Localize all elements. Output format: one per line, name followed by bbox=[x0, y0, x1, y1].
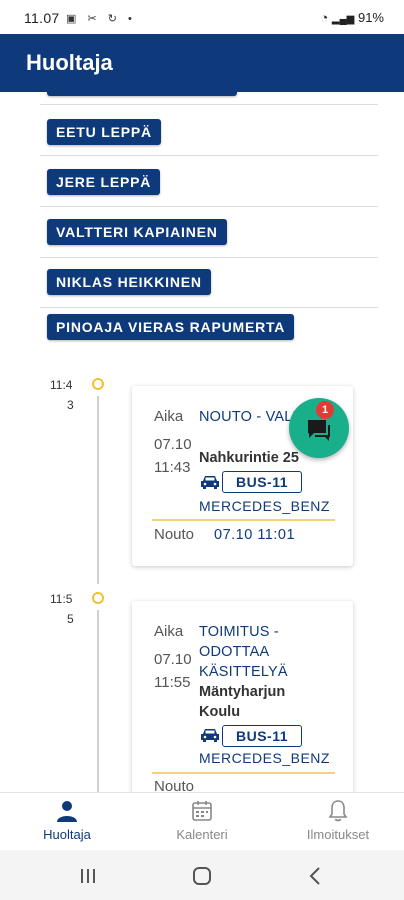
divider bbox=[40, 307, 378, 308]
person-icon bbox=[57, 801, 77, 822]
status-time: 11.07 bbox=[24, 10, 60, 26]
vehicle-name: MERCEDES_BENZ bbox=[199, 750, 330, 766]
status-right: ◔ ▂▄▆ 91% bbox=[320, 10, 384, 25]
divider bbox=[40, 104, 378, 105]
timeline-line bbox=[97, 610, 99, 792]
timeline-dot bbox=[92, 378, 104, 390]
footer-label: Nouto bbox=[154, 526, 195, 543]
calendar-icon bbox=[192, 801, 212, 821]
signal-icon: ▂▄▆ bbox=[331, 14, 355, 25]
app-bar: Huoltaja bbox=[0, 34, 404, 92]
chat-icon bbox=[308, 420, 330, 441]
card-time: 11:43 bbox=[154, 459, 191, 476]
chat-button[interactable]: 1 bbox=[289, 398, 349, 458]
nav-huoltaja[interactable]: Huoltaja bbox=[12, 799, 122, 842]
name-chip[interactable]: NIKLAS HEIKKINEN bbox=[47, 269, 211, 295]
card-separator bbox=[152, 772, 335, 774]
status-bar: 11.07 ▣ ✂ ↻ • ◔ ▂▄▆ 91% bbox=[0, 0, 404, 34]
task-status: TOIMITUS - ODOTTAA KÄSITTELYÄ bbox=[199, 624, 288, 680]
name-chip[interactable]: EETU LEPPÄ bbox=[47, 119, 161, 145]
card-time: 11:55 bbox=[154, 674, 191, 691]
timeline-dot bbox=[92, 592, 104, 604]
system-nav-bar bbox=[0, 850, 404, 900]
bottom-nav: Huoltaja Kalenteri Ilmoitukset bbox=[0, 792, 404, 850]
nav-label: Ilmoitukset bbox=[306, 827, 370, 842]
wifi-icon: ◔ bbox=[320, 10, 329, 25]
nav-label: Huoltaja bbox=[43, 827, 91, 842]
nav-ilmoitukset[interactable]: Ilmoitukset bbox=[283, 799, 393, 842]
divider bbox=[40, 206, 378, 207]
name-chip[interactable]: JERE LEPPÄ bbox=[47, 169, 161, 195]
divider bbox=[40, 257, 378, 258]
card-date: 07.10 bbox=[154, 651, 192, 668]
divider bbox=[40, 155, 378, 156]
bus-tag: BUS-11 bbox=[222, 725, 303, 747]
card-separator bbox=[152, 519, 335, 521]
timeline-time: 11:5 5 bbox=[50, 592, 74, 626]
car-icon bbox=[201, 729, 219, 742]
page-title: Huoltaja bbox=[26, 50, 113, 75]
card-date: 07.10 bbox=[154, 436, 192, 453]
back-icon[interactable] bbox=[296, 864, 336, 888]
name-chip-partial[interactable] bbox=[47, 92, 237, 96]
name-chip[interactable]: VALTTERI KAPIAINEN bbox=[47, 219, 227, 245]
footer-value: 07.10 11:01 bbox=[214, 527, 296, 543]
bell-icon bbox=[328, 800, 348, 822]
nav-label: Kalenteri bbox=[176, 827, 228, 842]
card-label: Aika bbox=[154, 623, 184, 640]
card-label: Aika bbox=[154, 408, 184, 425]
recents-icon[interactable] bbox=[68, 864, 108, 888]
chat-badge: 1 bbox=[316, 401, 334, 419]
car-icon bbox=[201, 476, 219, 489]
footer-label: Nouto bbox=[154, 778, 195, 792]
bus-tag: BUS-11 bbox=[222, 471, 303, 493]
name-chip[interactable]: PINOAJA VIERAS RAPUMERTA bbox=[47, 314, 295, 340]
battery-level: 91% bbox=[357, 10, 384, 25]
timeline-time: 11:4 3 bbox=[50, 378, 74, 412]
notification-icons: ▣ ✂ ↻ • bbox=[66, 13, 136, 25]
vehicle-name: MERCEDES_BENZ bbox=[199, 498, 330, 514]
timeline-line bbox=[97, 396, 99, 584]
task-card[interactable]: Aika 07.10 11:55 TOIMITUS - ODOTTAA KÄSI… bbox=[132, 601, 353, 792]
nav-kalenteri[interactable]: Kalenteri bbox=[147, 799, 257, 842]
home-icon[interactable] bbox=[182, 864, 222, 888]
task-address: Mäntyharjun Koulu bbox=[199, 684, 286, 720]
